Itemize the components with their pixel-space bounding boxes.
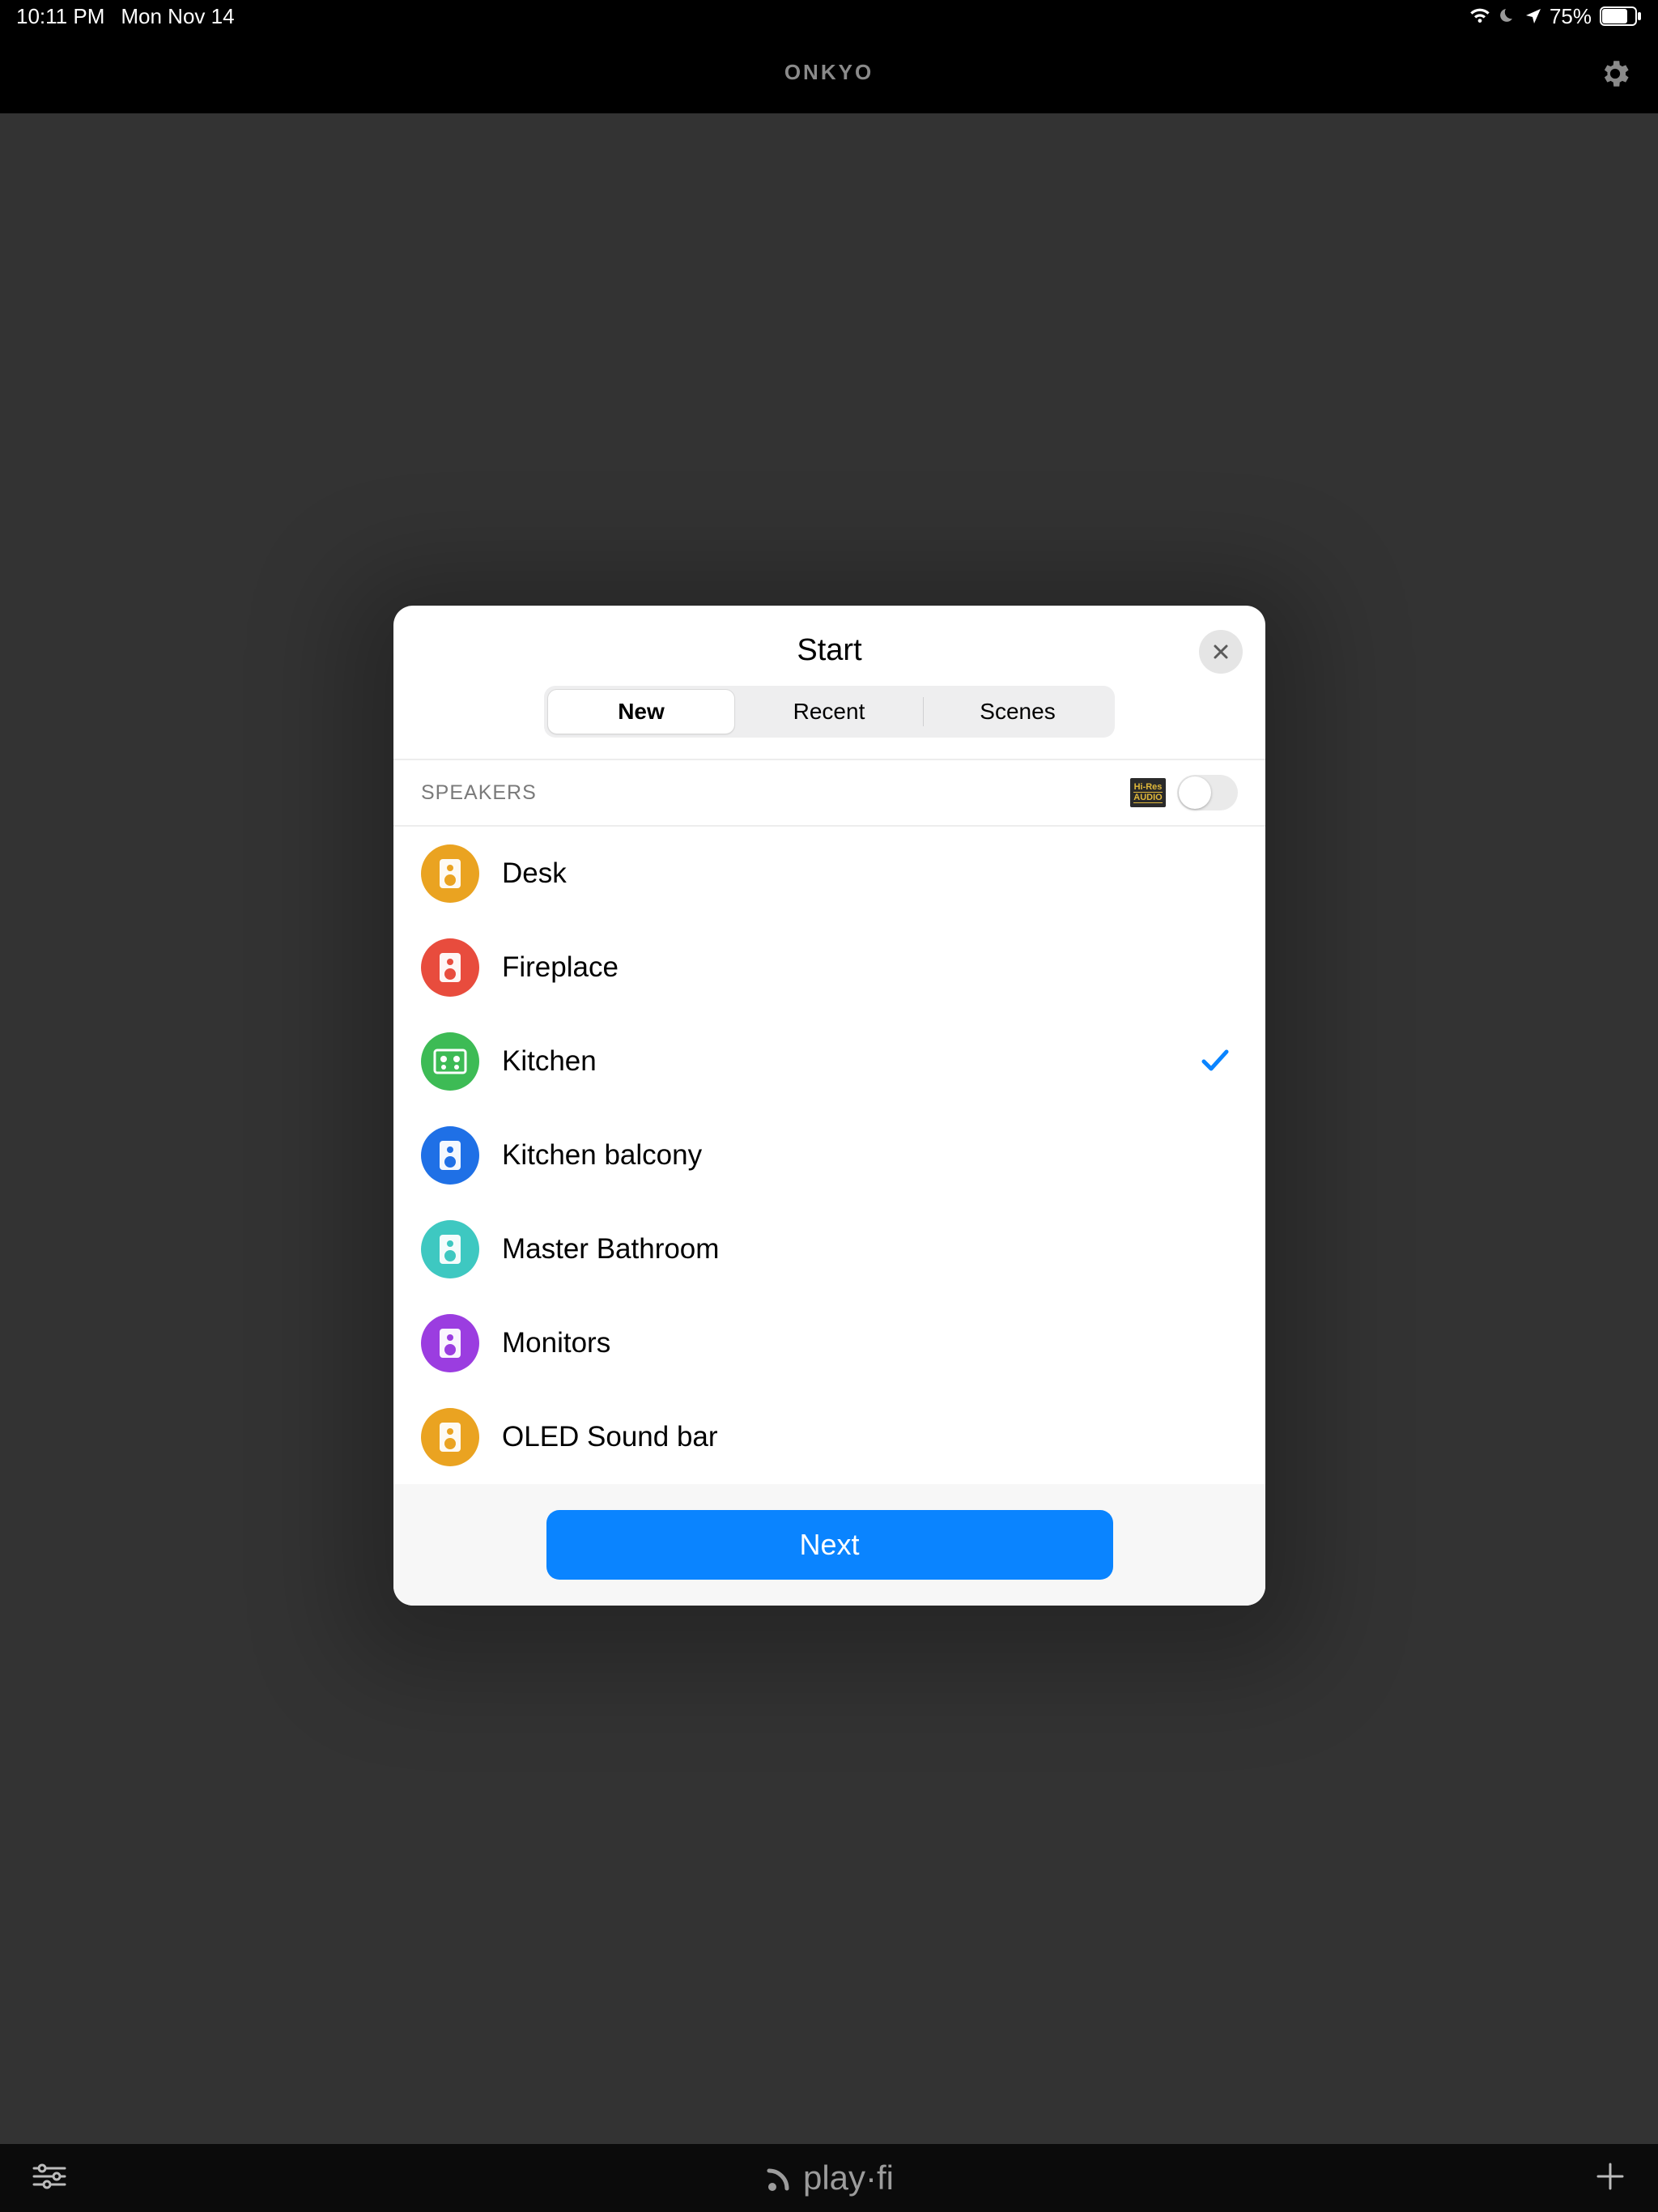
speaker-name: Desk <box>502 857 1238 890</box>
status-time: 10:11 PM <box>16 4 104 29</box>
playfi-icon <box>764 2161 798 2195</box>
segmented-control: New Recent Scenes <box>544 686 1115 738</box>
hires-badge: Hi-Res AUDIO <box>1130 778 1166 807</box>
brand-logo: ONKYO <box>748 60 910 86</box>
app-header: ONKYO <box>0 32 1658 113</box>
close-button[interactable] <box>1199 630 1243 674</box>
speaker-icon <box>421 1408 479 1466</box>
battery-icon <box>1600 6 1642 26</box>
add-button[interactable] <box>1595 2161 1626 2196</box>
speaker-name: Kitchen balcony <box>502 1139 1238 1172</box>
speaker-row[interactable]: Desk <box>393 827 1265 921</box>
speaker-list: Desk Fireplace Kitchen Kitchen balcony Maste… <box>393 827 1265 1484</box>
speaker-row[interactable]: Fireplace <box>393 921 1265 1015</box>
speaker-name: OLED Sound bar <box>502 1421 1238 1453</box>
modal-title: Start <box>393 633 1265 668</box>
moon-icon <box>1499 7 1517 25</box>
next-button-label: Next <box>799 1528 859 1561</box>
tab-recent[interactable]: Recent <box>735 689 923 734</box>
speaker-row[interactable]: OLED Sound bar <box>393 1390 1265 1484</box>
checkmark-icon <box>1197 1042 1233 1082</box>
status-bar: 10:11 PM Mon Nov 14 75% <box>0 0 1658 32</box>
speaker-name: Fireplace <box>502 951 1238 984</box>
status-battery-percent: 75% <box>1550 4 1592 29</box>
next-button[interactable]: Next <box>546 1510 1113 1580</box>
speaker-icon <box>421 938 479 997</box>
sliders-icon <box>32 2162 66 2191</box>
status-date: Mon Nov 14 <box>121 4 234 29</box>
tab-scenes[interactable]: Scenes <box>924 689 1112 734</box>
speaker-row[interactable]: Master Bathroom <box>393 1202 1265 1296</box>
hires-toggle[interactable] <box>1177 775 1238 810</box>
speaker-row[interactable]: Kitchen <box>393 1015 1265 1108</box>
speaker-icon <box>421 1126 479 1185</box>
section-label: SPEAKERS <box>421 781 537 805</box>
plus-icon <box>1595 2161 1626 2192</box>
gear-icon <box>1598 57 1632 91</box>
speaker-name: Kitchen <box>502 1045 1175 1078</box>
start-modal: Start New Recent Scenes SPEAKERS Hi-Res <box>393 606 1265 1606</box>
receiver-icon <box>421 1032 479 1091</box>
close-icon <box>1211 642 1231 661</box>
wifi-icon <box>1469 7 1491 25</box>
speaker-name: Master Bathroom <box>502 1233 1238 1266</box>
speaker-name: Monitors <box>502 1327 1238 1359</box>
tab-label: Scenes <box>980 699 1055 725</box>
tab-new[interactable]: New <box>547 689 735 734</box>
speaker-row[interactable]: Kitchen balcony <box>393 1108 1265 1202</box>
section-header: SPEAKERS Hi-Res AUDIO <box>393 760 1265 827</box>
speaker-icon <box>421 1314 479 1372</box>
equalizer-button[interactable] <box>32 2162 66 2195</box>
location-icon <box>1525 8 1541 24</box>
tab-label: Recent <box>793 699 865 725</box>
tab-bar: play·fi <box>0 2144 1658 2212</box>
speaker-row[interactable]: Monitors <box>393 1296 1265 1390</box>
playfi-brand: play·fi <box>764 2159 894 2197</box>
tab-label: New <box>618 699 665 725</box>
toggle-knob <box>1179 776 1211 809</box>
speaker-icon <box>421 1220 479 1278</box>
speaker-icon <box>421 844 479 903</box>
settings-button[interactable] <box>1598 57 1632 95</box>
svg-text:ONKYO: ONKYO <box>784 60 874 84</box>
